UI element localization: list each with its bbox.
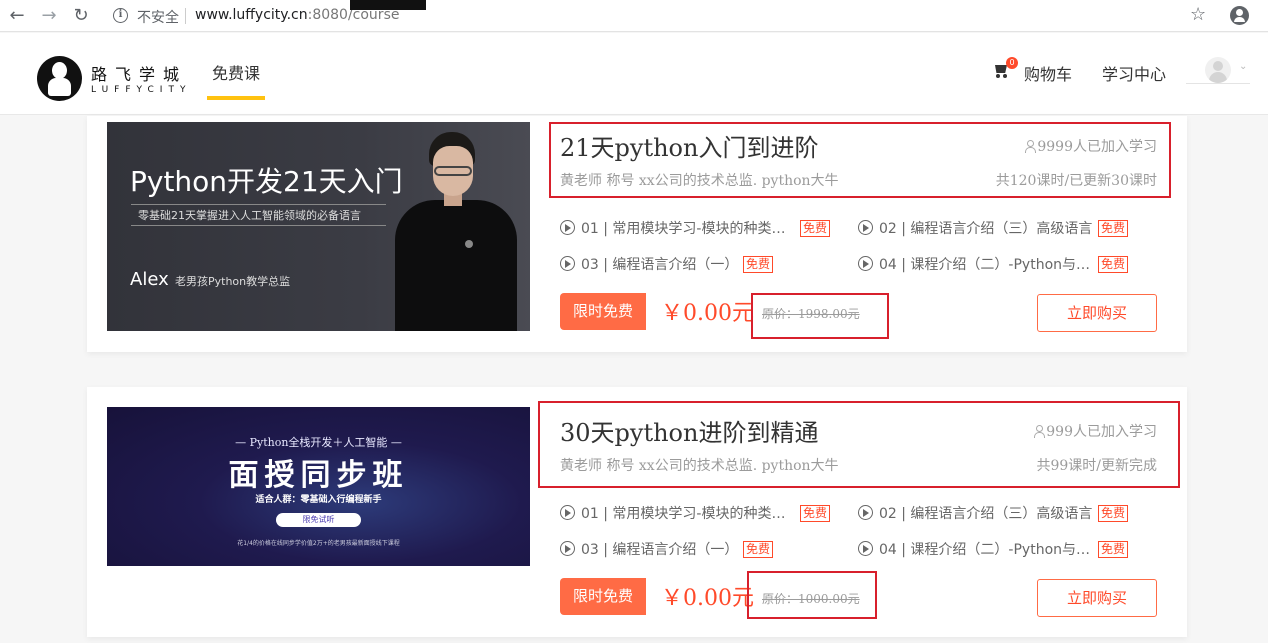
lesson-label: 01 | 常用模块学习-模块的种类… (581, 506, 786, 522)
free-badge: 免费 (743, 256, 774, 273)
thumb-teacher-name: Alex (130, 269, 169, 290)
lesson-label: 04 | 课程介绍（二）-Python与… (879, 257, 1091, 273)
free-badge: 免费 (1098, 220, 1129, 237)
play-icon (560, 541, 575, 556)
logo-icon[interactable] (37, 56, 82, 101)
learner-count-text: 999人已加入学习 (1046, 424, 1157, 440)
lesson-label: 03 | 编程语言介绍（一） (581, 257, 739, 273)
chevron-down-icon[interactable]: ⌄ (1239, 61, 1247, 72)
play-icon (858, 256, 873, 271)
learner-count-text: 9999人已加入学习 (1037, 139, 1157, 155)
play-icon (858, 220, 873, 235)
cart-link[interactable]: 购物车 (1024, 61, 1072, 85)
nav-free-courses[interactable]: 免费课 (212, 60, 260, 84)
lesson-link[interactable]: 01 | 常用模块学习-模块的种类… (560, 218, 785, 238)
original-price: 原价：1998.00元 (762, 307, 860, 321)
buy-now-button[interactable]: 立即购买 (1037, 579, 1157, 617)
logo-text-en: LUFFYCITY (91, 85, 192, 95)
person-icon (1024, 140, 1037, 153)
cart-count-badge: 0 (1006, 57, 1018, 69)
promo-badge: 限时免费 (560, 578, 646, 615)
lesson-label: 03 | 编程语言介绍（一） (581, 542, 739, 558)
play-icon (858, 541, 873, 556)
lesson-label: 02 | 编程语言介绍（三）高级语言 (879, 506, 1093, 522)
lesson-link[interactable]: 04 | 课程介绍（二）-Python与… (858, 254, 1090, 274)
thumb-top-text: — Python全栈开发＋人工智能 — (235, 436, 402, 449)
free-badge: 免费 (800, 505, 831, 522)
lesson-count: 共99课时/更新完成 (1036, 458, 1157, 474)
course-thumbnail[interactable]: — Python全栈开发＋人工智能 — 面授同步班 适合人群：零基础入行编程新手… (107, 407, 530, 566)
lesson-link[interactable]: 03 | 编程语言介绍（一） (560, 539, 738, 559)
thumb-subtitle: 适合人群：零基础入行编程新手 (255, 495, 382, 505)
original-price: 原价：1000.00元 (762, 592, 860, 606)
current-price: ￥0.00元 (661, 586, 754, 611)
teacher-info: 黄老师 称号 xx公司的技术总监. python大牛 (560, 458, 839, 474)
thumb-teacher-role: 老男孩Python教学总监 (175, 275, 291, 288)
teacher-photo (390, 132, 520, 331)
back-arrow-icon[interactable]: ← (5, 4, 29, 28)
browser-toolbar: ← → ↻ i 不安全 www.luffycity.cn:8080/course… (0, 0, 1268, 32)
person-icon (1033, 425, 1046, 438)
lesson-link[interactable]: 02 | 编程语言介绍（三）高级语言 (858, 503, 1092, 523)
free-badge: 免费 (1098, 256, 1129, 273)
lesson-label: 04 | 课程介绍（二）-Python与… (879, 542, 1091, 558)
tooltip-popup (350, 0, 426, 10)
address-separator (185, 8, 186, 24)
thumb-trial-button: 限免试听 (276, 513, 361, 527)
security-label: 不安全 (137, 10, 179, 26)
play-icon (560, 505, 575, 520)
learner-count: 999人已加入学习 (1033, 421, 1157, 441)
cart-icon[interactable] (993, 65, 1007, 78)
play-icon (858, 505, 873, 520)
play-icon (560, 220, 575, 235)
lesson-link[interactable]: 04 | 课程介绍（二）-Python与… (858, 539, 1090, 559)
thumb-title: Python开发21天入门 (130, 165, 403, 198)
learner-count: 9999人已加入学习 (1024, 136, 1157, 156)
free-badge: 免费 (1098, 541, 1129, 558)
bookmark-star-icon[interactable]: ☆ (1190, 4, 1206, 25)
thumb-title: 面授同步班 (228, 458, 409, 493)
lesson-link[interactable]: 03 | 编程语言介绍（一） (560, 254, 738, 274)
thumb-subtitle: 零基础21天掌握进入人工智能领域的必备语言 (138, 209, 361, 222)
current-price: ￥0.00元 (661, 301, 754, 326)
course-thumbnail[interactable]: Python开发21天入门 零基础21天掌握进入人工智能领域的必备语言 Alex… (107, 122, 530, 331)
free-badge: 免费 (1098, 505, 1129, 522)
lesson-count: 共120课时/已更新30课时 (995, 173, 1157, 189)
user-avatar[interactable] (1205, 57, 1231, 83)
forward-arrow-icon[interactable]: → (37, 4, 61, 28)
course-title[interactable]: 21天python入门到进阶 (560, 128, 818, 163)
lesson-link[interactable]: 02 | 编程语言介绍（三）高级语言 (858, 218, 1092, 238)
teacher-info: 黄老师 称号 xx公司的技术总监. python大牛 (560, 173, 839, 189)
promo-badge: 限时免费 (560, 293, 646, 330)
lesson-link[interactable]: 01 | 常用模块学习-模块的种类… (560, 503, 785, 523)
browser-profile-icon[interactable] (1230, 6, 1249, 25)
info-icon[interactable]: i (113, 8, 128, 23)
lesson-label: 01 | 常用模块学习-模块的种类… (581, 221, 786, 237)
course-card: — Python全栈开发＋人工智能 — 面授同步班 适合人群：零基础入行编程新手… (87, 387, 1187, 637)
play-icon (560, 256, 575, 271)
url-host: www.luffycity.cn (195, 7, 308, 23)
lesson-label: 02 | 编程语言介绍（三）高级语言 (879, 221, 1093, 237)
free-badge: 免费 (743, 541, 774, 558)
logo-text-cn[interactable]: 路飞学城 (91, 61, 187, 85)
course-title[interactable]: 30天python进阶到精通 (560, 413, 818, 448)
course-card: Python开发21天入门 零基础21天掌握进入人工智能领域的必备语言 Alex… (87, 116, 1187, 352)
study-center-link[interactable]: 学习中心 (1102, 61, 1166, 85)
address-bar[interactable]: i 不安全 www.luffycity.cn:8080/course (108, 3, 1218, 29)
reload-icon[interactable]: ↻ (69, 4, 93, 28)
free-badge: 免费 (800, 220, 831, 237)
buy-now-button[interactable]: 立即购买 (1037, 294, 1157, 332)
thumb-fine-print: 花1/4的价格在线同步学价值2万+的老男孩最新面授线下课程 (237, 540, 400, 547)
avatar-underline (1186, 83, 1250, 84)
site-header: 路飞学城 LUFFYCITY 免费课 0 购物车 学习中心 ⌄ (0, 33, 1268, 115)
nav-active-indicator (207, 96, 265, 100)
